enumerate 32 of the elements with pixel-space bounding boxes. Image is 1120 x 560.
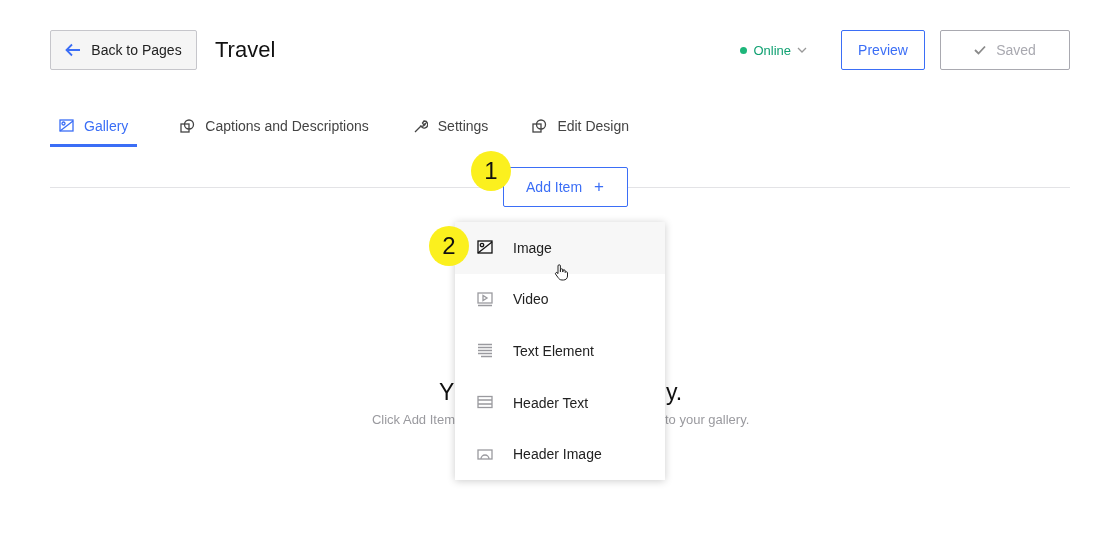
- menu-item[interactable]: Video: [455, 273, 665, 326]
- wrench-icon: [412, 119, 428, 133]
- header-image-icon: [477, 446, 493, 462]
- tab[interactable]: Settings: [403, 118, 498, 147]
- menu-item[interactable]: Text Element: [455, 325, 665, 377]
- step-badge: 2: [429, 226, 469, 266]
- arrow-left-icon: [65, 43, 82, 57]
- add-item-button[interactable]: Add Item +: [502, 167, 628, 207]
- tab[interactable]: Edit Design: [523, 118, 638, 147]
- empty-heading: y.: [666, 379, 681, 406]
- menu-item[interactable]: Header Text: [455, 376, 665, 429]
- tab[interactable]: Captions and Descriptions: [171, 118, 378, 147]
- check-icon: [974, 45, 987, 55]
- text-lines-icon: [477, 343, 493, 359]
- hand-cursor-icon: [554, 264, 568, 281]
- menu-item[interactable]: Image: [455, 222, 665, 274]
- empty-hint: Click Add Item: [370, 412, 455, 427]
- empty-hint: to your gallery.: [665, 412, 751, 427]
- overlapping-shapes-icon: [532, 119, 548, 133]
- menu-item[interactable]: Header Image: [455, 428, 665, 480]
- back-button[interactable]: Back to Pages: [50, 30, 197, 70]
- empty-heading: Y: [439, 379, 454, 406]
- preview-button[interactable]: Preview: [841, 30, 925, 70]
- chevron-down-icon: [797, 47, 807, 53]
- page-title: Travel: [215, 37, 276, 63]
- image-icon: [477, 240, 493, 256]
- header-lines-icon: [477, 395, 493, 411]
- play-frame-icon: [477, 291, 493, 307]
- overlapping-shapes-icon: [180, 119, 196, 133]
- tab[interactable]: Gallery: [50, 118, 138, 147]
- step-badge: 1: [471, 151, 511, 191]
- image-icon: [59, 119, 74, 133]
